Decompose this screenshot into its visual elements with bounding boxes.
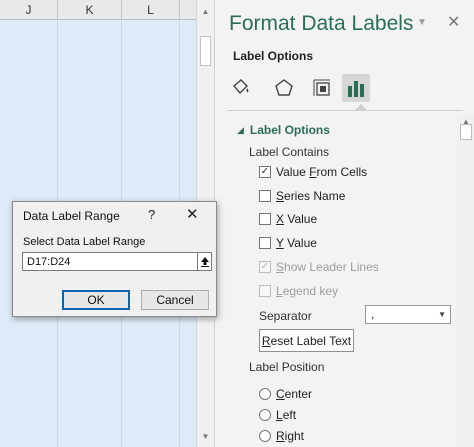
cancel-button[interactable]: Cancel <box>141 290 209 310</box>
ok-button[interactable]: OK <box>62 290 130 310</box>
scroll-down-icon[interactable]: ▼ <box>197 427 214 445</box>
format-data-labels-pane: Format Data Labels ▼ ✕ Label Options ▲ ◢… <box>214 0 474 447</box>
radio-left[interactable]: Left <box>259 408 296 422</box>
checkbox-checked-icon: ✓ <box>259 261 271 273</box>
pane-vertical-scrollbar[interactable]: ▲ <box>457 114 474 447</box>
checkbox-legend-key: Legend key <box>259 284 338 298</box>
checkbox-checked-icon[interactable]: ✓ <box>259 166 271 178</box>
scroll-up-icon[interactable]: ▲ <box>197 2 214 20</box>
help-icon[interactable]: ? <box>148 207 155 222</box>
scroll-thumb[interactable] <box>200 36 211 66</box>
collapse-dialog-button[interactable] <box>198 252 212 271</box>
reset-label-text-button[interactable]: Reset Label Text <box>259 329 354 352</box>
separator-value: , <box>371 307 375 321</box>
arrow-up-icon <box>200 257 209 267</box>
effects-pentagon-icon[interactable] <box>270 74 298 102</box>
pane-title: Format Data Labels <box>229 12 414 35</box>
checkbox-series-name[interactable]: Series Name <box>259 189 345 203</box>
separator-select[interactable]: , ▼ <box>365 305 451 324</box>
option-label: Center <box>276 387 313 401</box>
option-label: X Value <box>276 212 318 226</box>
scroll-thumb[interactable] <box>460 124 472 140</box>
range-input[interactable] <box>22 252 198 271</box>
option-label: Series Name <box>276 189 346 203</box>
label-contains-heading: Label Contains <box>249 145 330 159</box>
radio-icon[interactable] <box>259 430 271 442</box>
pane-close-icon[interactable]: ✕ <box>447 12 460 32</box>
option-label: Right <box>276 429 305 443</box>
option-label: Legend key <box>276 284 339 298</box>
chevron-down-icon[interactable]: ▼ <box>438 306 446 323</box>
label-options-section-header[interactable]: ◢ Label Options <box>237 123 330 137</box>
separator-label: Separator <box>259 309 312 323</box>
checkbox-icon <box>259 285 271 297</box>
checkbox-y-value[interactable]: Y Value <box>259 236 317 250</box>
collapse-triangle-icon[interactable]: ◢ <box>237 125 244 136</box>
column-header-l[interactable]: L <box>122 0 180 20</box>
section-title: Label Options <box>249 123 330 137</box>
checkbox-value-from-cells[interactable]: ✓ Value From Cells <box>259 165 367 179</box>
checkbox-icon[interactable] <box>259 190 271 202</box>
option-label: Value From Cells <box>276 165 368 179</box>
option-label: Left <box>276 408 297 422</box>
column-header-partial[interactable] <box>180 0 196 20</box>
size-properties-icon[interactable] <box>308 74 336 102</box>
checkbox-icon[interactable] <box>259 237 271 249</box>
radio-right[interactable]: Right <box>259 429 304 443</box>
label-position-heading: Label Position <box>249 360 325 374</box>
dialog-title: Data Label Range <box>23 209 120 223</box>
close-icon[interactable]: ✕ <box>186 205 199 223</box>
checkbox-show-leader-lines: ✓ Show Leader Lines <box>259 260 379 274</box>
checkbox-x-value[interactable]: X Value <box>259 212 317 226</box>
radio-center[interactable]: Center <box>259 387 312 401</box>
option-label: Show Leader Lines <box>276 260 379 274</box>
pane-options-dropdown-icon[interactable]: ▼ <box>417 17 427 28</box>
fill-line-icon[interactable] <box>227 74 255 102</box>
option-label: Y Value <box>276 236 317 250</box>
pane-divider <box>227 110 463 111</box>
label-options-bar-chart-icon[interactable] <box>342 74 370 102</box>
column-header-j[interactable]: J <box>0 0 58 20</box>
column-header-k[interactable]: K <box>58 0 122 20</box>
pane-subtitle: Label Options <box>233 49 314 63</box>
range-field-label: Select Data Label Range <box>23 236 146 248</box>
radio-icon[interactable] <box>259 409 271 421</box>
radio-icon[interactable] <box>259 388 271 400</box>
data-label-range-dialog: Data Label Range ? ✕ Select Data Label R… <box>12 201 217 317</box>
checkbox-icon[interactable] <box>259 213 271 225</box>
